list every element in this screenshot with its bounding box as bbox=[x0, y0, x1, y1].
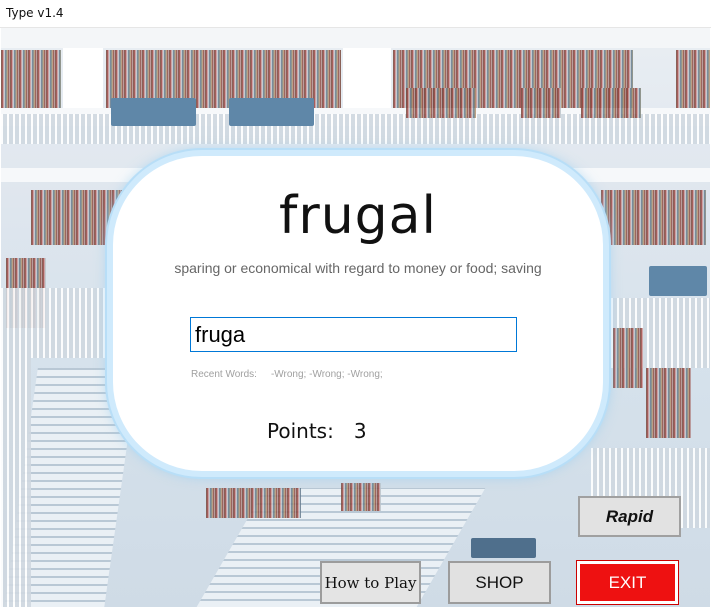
bookshelf bbox=[341, 483, 381, 511]
how-to-play-button[interactable]: How to Play bbox=[320, 561, 421, 604]
bookshelf bbox=[206, 488, 301, 518]
bookshelf bbox=[521, 88, 561, 118]
bookshelf bbox=[676, 50, 710, 108]
bookshelf bbox=[613, 328, 643, 388]
shop-button[interactable]: SHOP bbox=[448, 561, 551, 604]
bookshelf bbox=[406, 88, 476, 118]
bench bbox=[111, 98, 196, 126]
bookshelf bbox=[1, 50, 61, 108]
points-label: Points: bbox=[267, 419, 334, 443]
bookshelf bbox=[646, 368, 691, 438]
gallery-railing bbox=[1, 288, 111, 358]
recent-words: Recent Words: -Wrong; -Wrong; -Wrong; bbox=[191, 369, 383, 380]
recent-words-values: -Wrong; -Wrong; -Wrong; bbox=[270, 369, 383, 380]
bench bbox=[471, 538, 536, 558]
bookshelf bbox=[601, 190, 706, 245]
ceiling bbox=[1, 28, 710, 48]
stair-railing bbox=[1, 358, 31, 607]
bench bbox=[229, 98, 314, 126]
typing-input[interactable] bbox=[190, 317, 517, 352]
bookshelf bbox=[581, 88, 641, 118]
target-word: frugal bbox=[279, 186, 437, 246]
wall-panel bbox=[63, 48, 103, 113]
word-card: frugal sparing or economical with regard… bbox=[107, 150, 609, 477]
gallery-railing bbox=[1, 114, 710, 144]
title-bar: Type v1.4 bbox=[0, 0, 711, 28]
word-definition: sparing or economical with regard to mon… bbox=[174, 260, 542, 276]
points-value: 3 bbox=[353, 419, 367, 443]
recent-words-label: Recent Words: bbox=[191, 369, 257, 380]
rapid-button[interactable]: Rapid bbox=[578, 496, 681, 537]
wall-panel bbox=[343, 48, 391, 113]
points-display: Points: 3 bbox=[267, 419, 367, 443]
window-title: Type v1.4 bbox=[6, 6, 64, 20]
exit-button[interactable]: EXIT bbox=[576, 560, 679, 605]
bench bbox=[649, 266, 707, 296]
